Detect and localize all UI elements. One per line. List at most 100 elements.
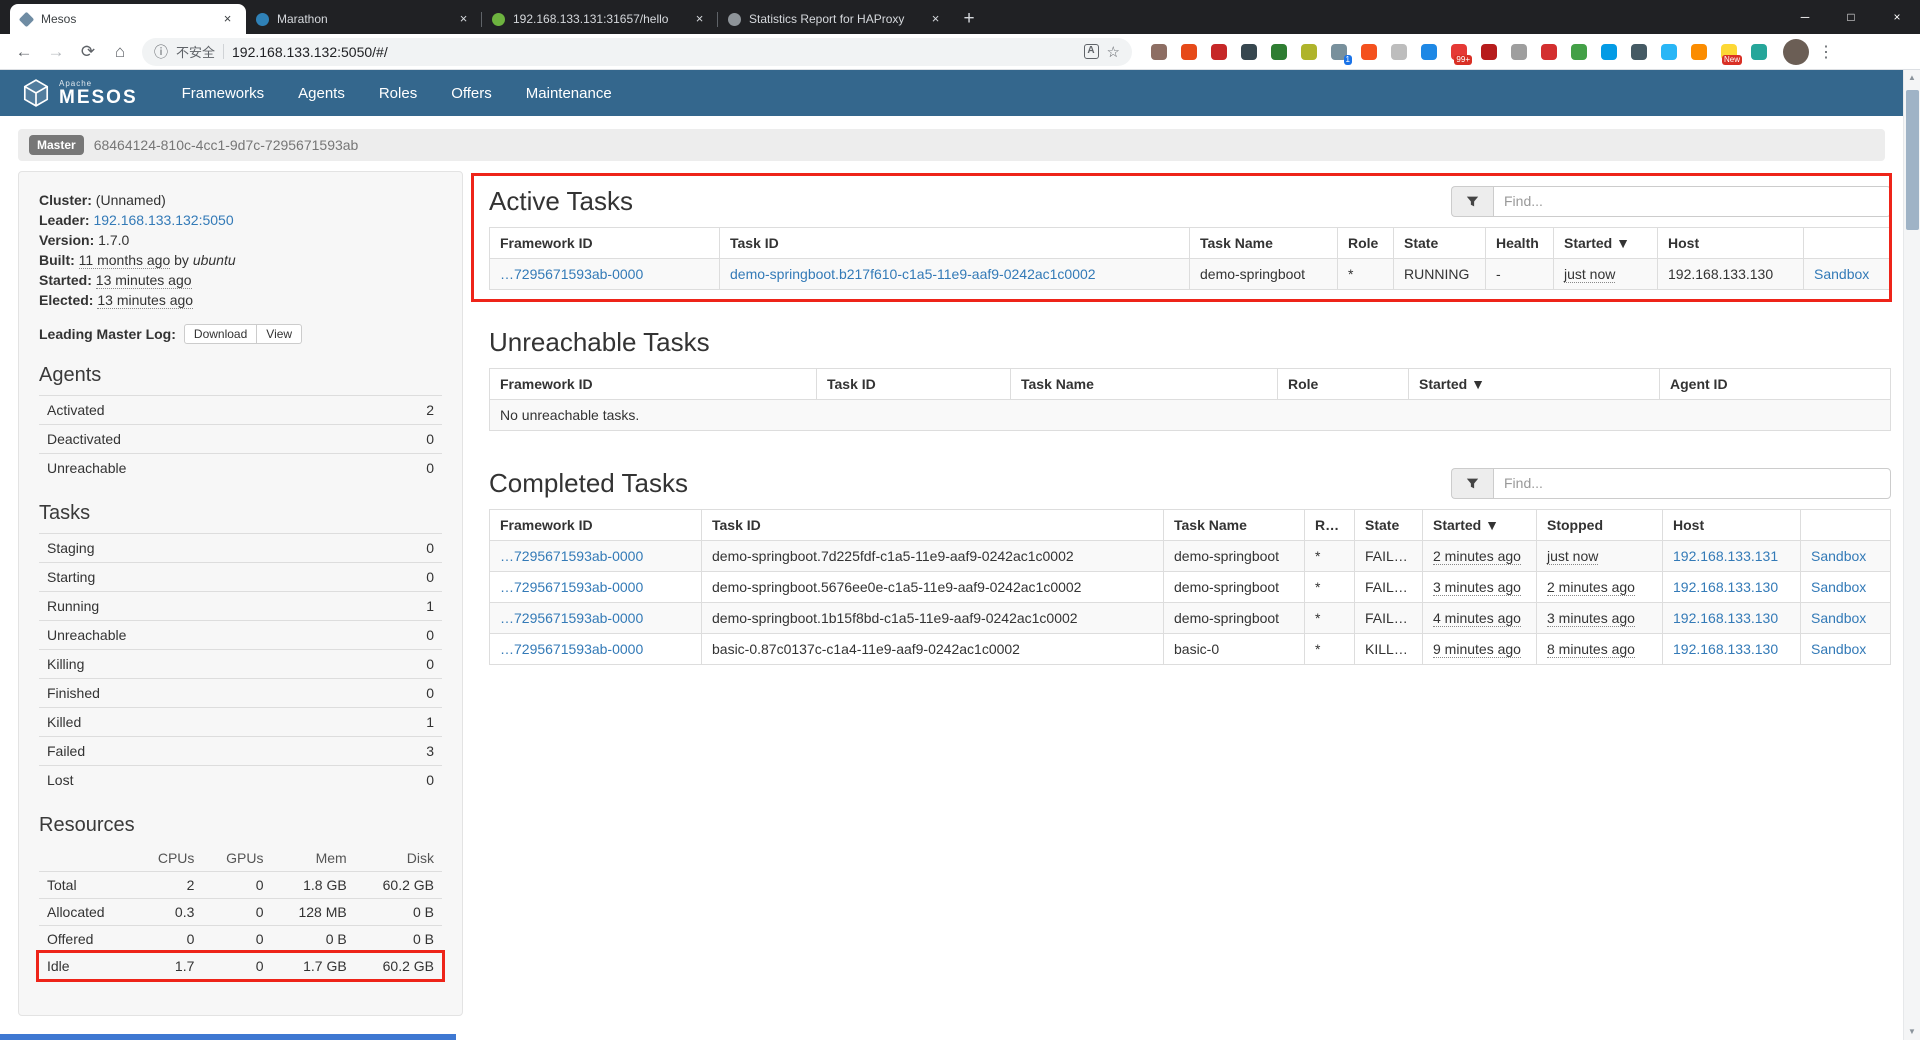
column-header[interactable] <box>1804 228 1891 259</box>
download-log-button[interactable]: Download <box>184 324 257 344</box>
tab-haproxy[interactable]: Statistics Report for HAProxy × <box>718 4 954 34</box>
sandbox-link[interactable]: Sandbox <box>1811 548 1866 564</box>
column-header[interactable]: State <box>1355 510 1423 541</box>
extension-icon[interactable] <box>1356 38 1381 66</box>
page-scrollbar[interactable]: ▲ ▼ <box>1903 70 1920 1040</box>
bookmark-star-icon[interactable]: ☆ <box>1107 43 1120 61</box>
forward-icon[interactable]: → <box>40 37 72 67</box>
extension-icon[interactable]: 99+ <box>1446 38 1471 66</box>
extension-icon[interactable] <box>1566 38 1591 66</box>
extension-icon[interactable] <box>1296 38 1321 66</box>
sandbox-link[interactable]: Sandbox <box>1811 641 1866 657</box>
host-link[interactable]: 192.168.133.130 <box>1673 579 1778 595</box>
info-icon[interactable]: ⓘ <box>154 42 168 62</box>
column-header[interactable]: Task ID <box>702 510 1164 541</box>
column-header[interactable]: Framework ID <box>490 228 720 259</box>
translate-icon[interactable]: A <box>1084 44 1099 59</box>
minimize-button[interactable]: ─ <box>1782 0 1828 34</box>
framework-id-link[interactable]: …7295671593ab-0000 <box>500 548 643 564</box>
nav-item[interactable]: Maintenance <box>526 85 612 102</box>
filter-button[interactable] <box>1451 468 1493 499</box>
tab-close-icon[interactable]: × <box>927 11 944 28</box>
framework-id-link[interactable]: …7295671593ab-0000 <box>500 610 643 626</box>
extension-icon[interactable] <box>1206 38 1231 66</box>
tab-mesos[interactable]: Mesos × <box>10 4 246 34</box>
host-link[interactable]: 192.168.133.130 <box>1673 610 1778 626</box>
column-header[interactable]: Task ID <box>817 369 1011 400</box>
extension-icon[interactable]: New <box>1716 38 1741 66</box>
column-header[interactable]: Started ▼ <box>1554 228 1658 259</box>
nav-item[interactable]: Frameworks <box>182 85 265 102</box>
column-header[interactable]: Agent ID <box>1660 369 1891 400</box>
scroll-down-icon[interactable]: ▼ <box>1908 1024 1916 1040</box>
column-header[interactable]: Task ID <box>720 228 1190 259</box>
column-header[interactable]: Started ▼ <box>1423 510 1537 541</box>
view-log-button[interactable]: View <box>257 324 302 344</box>
sandbox-link[interactable]: Sandbox <box>1811 610 1866 626</box>
column-header[interactable]: Started ▼ <box>1409 369 1660 400</box>
sandbox-link[interactable]: Sandbox <box>1814 266 1869 282</box>
new-tab-button[interactable]: + <box>954 4 984 34</box>
extension-icon[interactable] <box>1416 38 1441 66</box>
extension-icon[interactable] <box>1656 38 1681 66</box>
tab-close-icon[interactable]: × <box>219 11 236 28</box>
tab-close-icon[interactable]: × <box>691 11 708 28</box>
extension-icon[interactable] <box>1176 38 1201 66</box>
column-header[interactable]: Task Name <box>1011 369 1278 400</box>
nav-item[interactable]: Agents <box>298 85 345 102</box>
extension-icon[interactable] <box>1236 38 1261 66</box>
extension-icon[interactable] <box>1746 38 1771 66</box>
sandbox-link[interactable]: Sandbox <box>1811 579 1866 595</box>
scrollbar-thumb[interactable] <box>1906 90 1919 230</box>
leader-link[interactable]: 192.168.133.132:5050 <box>93 212 233 228</box>
tab-hello[interactable]: 192.168.133.131:31657/hello × <box>482 4 718 34</box>
task-id-link[interactable]: demo-springboot.b217f610-c1a5-11e9-aaf9-… <box>730 266 1096 282</box>
column-header[interactable]: Health <box>1486 228 1554 259</box>
column-header[interactable]: Framework ID <box>490 369 817 400</box>
scroll-up-icon[interactable]: ▲ <box>1908 70 1916 86</box>
tab-close-icon[interactable]: × <box>455 11 472 28</box>
url-text[interactable]: 192.168.133.132:5050/#/ <box>232 44 1076 60</box>
column-header[interactable]: Role <box>1278 369 1409 400</box>
completed-find-input[interactable] <box>1493 468 1891 499</box>
close-window-button[interactable]: × <box>1874 0 1920 34</box>
column-header[interactable]: Role <box>1338 228 1394 259</box>
browser-menu-icon[interactable]: ⋮ <box>1813 38 1839 66</box>
framework-id-link[interactable]: …7295671593ab-0000 <box>500 266 643 282</box>
column-header[interactable]: Framework ID <box>490 510 702 541</box>
extension-icon[interactable]: 1 <box>1326 38 1351 66</box>
extension-icon[interactable] <box>1506 38 1531 66</box>
framework-id-link[interactable]: …7295671593ab-0000 <box>500 641 643 657</box>
column-header[interactable]: Task Name <box>1164 510 1305 541</box>
maximize-button[interactable]: □ <box>1828 0 1874 34</box>
host-link[interactable]: 192.168.133.130 <box>1673 641 1778 657</box>
refresh-icon[interactable]: ⟳ <box>72 37 104 67</box>
extension-icon[interactable] <box>1476 38 1501 66</box>
extension-icon[interactable] <box>1686 38 1711 66</box>
column-header[interactable]: Host <box>1658 228 1804 259</box>
home-icon[interactable]: ⌂ <box>104 37 136 67</box>
column-header[interactable]: Role <box>1305 510 1355 541</box>
column-header[interactable]: Host <box>1663 510 1801 541</box>
column-header[interactable] <box>1801 510 1891 541</box>
column-header[interactable]: State <box>1394 228 1486 259</box>
column-header[interactable]: Task Name <box>1190 228 1338 259</box>
filter-button[interactable] <box>1451 186 1493 217</box>
extension-icon[interactable] <box>1626 38 1651 66</box>
profile-avatar[interactable] <box>1783 39 1809 65</box>
mesos-brand[interactable]: Apache MESOS <box>22 79 138 107</box>
nav-item[interactable]: Roles <box>379 85 417 102</box>
extension-icon[interactable] <box>1386 38 1411 66</box>
column-header[interactable]: Stopped <box>1537 510 1663 541</box>
extension-icon[interactable] <box>1536 38 1561 66</box>
nav-item[interactable]: Offers <box>451 85 492 102</box>
extension-icon[interactable] <box>1146 38 1171 66</box>
extension-icon[interactable] <box>1596 38 1621 66</box>
address-bar[interactable]: ⓘ 不安全 192.168.133.132:5050/#/ A ☆ <box>142 38 1132 66</box>
host-link[interactable]: 192.168.133.131 <box>1673 548 1778 564</box>
back-icon[interactable]: ← <box>8 37 40 67</box>
extension-icon[interactable] <box>1266 38 1291 66</box>
active-find-input[interactable] <box>1493 186 1891 217</box>
framework-id-link[interactable]: …7295671593ab-0000 <box>500 579 643 595</box>
tab-marathon[interactable]: Marathon × <box>246 4 482 34</box>
